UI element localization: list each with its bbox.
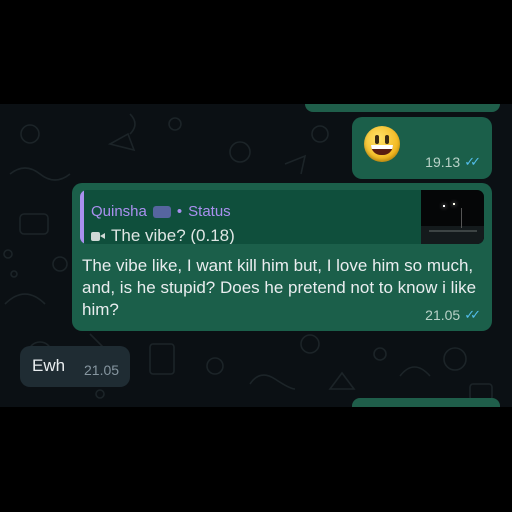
message-meta: 21.05 ✓✓ [425, 307, 481, 323]
previous-message-bubble[interactable] [305, 104, 500, 112]
quote-accent-bar [80, 190, 84, 244]
screen-border-bottom [0, 407, 512, 512]
message-time: 21.05 [84, 362, 120, 378]
quote-body: The vibe? (0.18) [91, 226, 235, 244]
read-receipt-icon: ✓✓ [464, 154, 481, 169]
quote-source: Status [188, 203, 231, 220]
incoming-message[interactable]: Ewh 21.05 [20, 346, 130, 387]
next-message-bubble[interactable] [352, 398, 500, 407]
quote-author: Quinsha [91, 203, 147, 220]
quoted-status[interactable]: Quinsha • Status The vibe? (0.18) [80, 190, 484, 244]
read-receipt-icon: ✓✓ [464, 307, 481, 322]
blurred-emoji-icon [152, 205, 171, 218]
video-camera-icon [91, 231, 105, 241]
message-text: Ewh [32, 356, 66, 375]
quote-separator: • [176, 203, 183, 220]
outgoing-reply-message[interactable]: Quinsha • Status The vibe? (0.18) The vi… [72, 183, 492, 331]
grinning-face-emoji-icon [364, 126, 400, 162]
quote-body-text: The vibe? (0.18) [111, 226, 235, 244]
screen-border-top [0, 0, 512, 104]
quote-header: Quinsha • Status [91, 203, 231, 220]
outgoing-emoji-message[interactable]: 19.13 ✓✓ [352, 117, 492, 179]
message-time: 21.05 [425, 307, 461, 323]
status-thumbnail [421, 190, 484, 244]
message-meta: 19.13 ✓✓ [425, 154, 481, 170]
message-text: The vibe like, I want kill him but, I lo… [82, 256, 477, 319]
message-time: 19.13 [425, 154, 461, 170]
